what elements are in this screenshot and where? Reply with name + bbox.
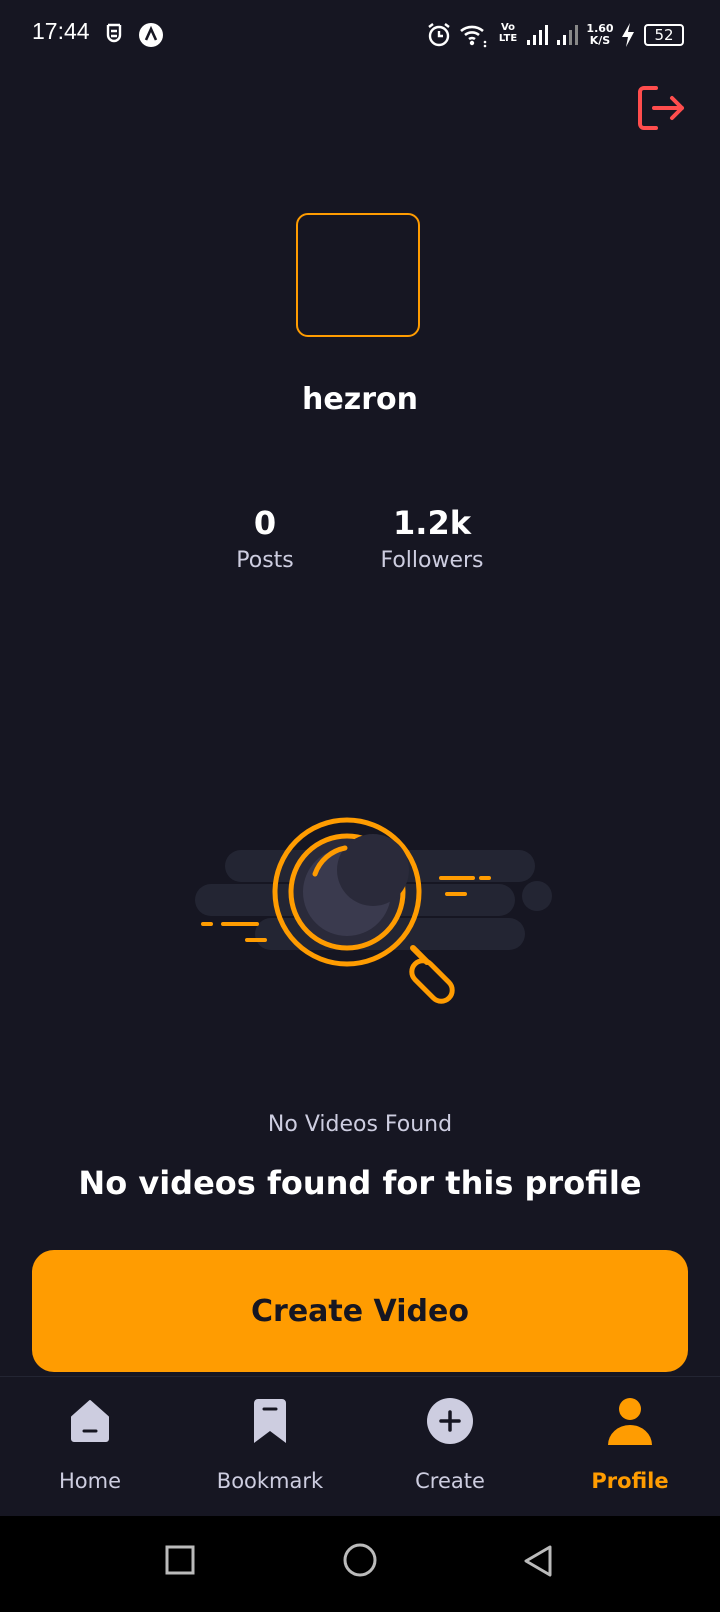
bottom-tab-bar: Home Bookmark Create Profile [0, 1376, 720, 1517]
volte-top: Vo [500, 22, 516, 33]
create-video-button[interactable]: Create Video [32, 1250, 688, 1372]
back-icon[interactable] [522, 1544, 554, 1578]
recent-apps-icon[interactable] [164, 1544, 196, 1576]
tab-bookmark[interactable]: Bookmark [180, 1377, 360, 1517]
tab-home-label: Home [58, 1469, 121, 1493]
volte-icon: Vo LTE [496, 22, 520, 44]
stat-posts: 0 Posts [175, 504, 355, 573]
username: hezron [302, 382, 418, 417]
network-speed: 1.60 K/S [584, 23, 616, 47]
tab-bookmark-label: Bookmark [216, 1469, 324, 1493]
home-icon [71, 1400, 109, 1442]
logout-button[interactable] [636, 84, 686, 132]
bookmark-icon [254, 1399, 286, 1443]
empty-state-subtitle: No videos found for this profile [78, 1164, 642, 1202]
plus-icon [427, 1398, 473, 1444]
search-magnifier-illustration [195, 817, 552, 1004]
create-video-label: Create Video [251, 1293, 469, 1329]
logout-icon [638, 86, 684, 130]
tab-profile[interactable]: Profile [540, 1377, 720, 1517]
network-speed-unit: K/S [589, 34, 611, 47]
avatar [296, 213, 420, 337]
stat-followers-value: 1.2k [393, 504, 471, 542]
system-nav-bar [0, 1516, 720, 1612]
wifi-icon [460, 25, 487, 48]
alarm-icon [428, 23, 450, 47]
stat-followers: 1.2k Followers [342, 504, 522, 573]
volte-bottom: LTE [498, 33, 518, 44]
signal-icon [527, 25, 548, 45]
battery-icon: 52 [644, 24, 684, 46]
empty-state-title: No Videos Found [267, 1112, 453, 1137]
tab-create-label: Create [415, 1469, 485, 1493]
tab-create[interactable]: Create [360, 1377, 540, 1517]
status-time: 17:44 [32, 18, 90, 44]
tab-home[interactable]: Home [0, 1377, 180, 1517]
a-app-icon [139, 23, 163, 47]
status-bar: 17:44 Vo LTE 1.60 K/S 52 [0, 0, 720, 72]
home-nav-icon[interactable] [342, 1542, 378, 1578]
stat-posts-value: 0 [253, 504, 277, 542]
signal-icon-2 [557, 25, 578, 45]
charging-icon [622, 23, 634, 47]
stat-followers-label: Followers [380, 548, 484, 573]
tab-profile-label: Profile [591, 1469, 669, 1493]
stat-posts-label: Posts [236, 548, 294, 573]
profile-icon [608, 1398, 652, 1445]
shield-icon [106, 23, 122, 43]
battery-level: 52 [654, 26, 674, 44]
